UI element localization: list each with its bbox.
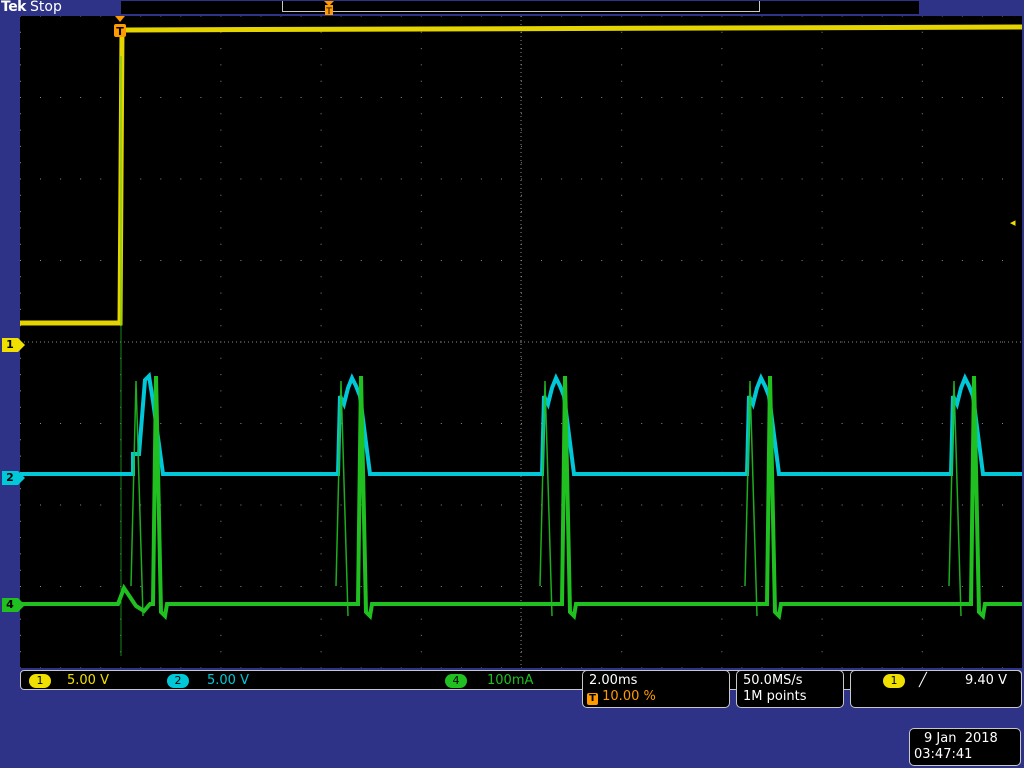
ch1-marker-label: 1 [6,338,14,351]
ch1-ground-marker[interactable]: 1 [2,338,25,352]
acquisition-readout[interactable]: 50.0MS/s 1M points [736,670,844,708]
trigger-position-marker[interactable]: T [113,16,127,38]
waveform-graticule [20,16,1022,668]
trigger-readout[interactable]: 1 ╱ 9.40 V [850,670,1022,708]
ch4-marker-label: 4 [6,598,14,611]
ch1-trace [20,24,1022,326]
svg-text:T: T [116,25,124,38]
record-trigger-marker-icon: T [324,1,334,16]
ch2-marker-label: 2 [6,471,14,484]
ch2-badge[interactable]: 2 [167,674,189,688]
trigger-position-icon: T [114,16,126,38]
arrow-right-icon [18,338,25,352]
trigger-level-value[interactable]: 9.40 V [965,673,1007,689]
brand-logo: Tek [1,0,27,15]
trigger-t-icon: T [587,693,598,705]
horizontal-scale[interactable]: 2.00ms [589,673,637,689]
rising-edge-icon[interactable]: ╱ [919,673,927,689]
ch2-scale[interactable]: 5.00 V [207,672,249,690]
trigger-position-readout[interactable]: T 10.00 % [587,689,656,705]
record-view-window[interactable] [282,1,760,12]
time: 03:47:41 [914,747,973,762]
sample-rate: 50.0MS/s [743,673,803,688]
date: 9 Jan 2018 [924,731,998,746]
acquisition-state: Stop [30,0,62,15]
ch4-scale[interactable]: 100mA [487,672,533,690]
svg-text:T: T [325,7,332,16]
ch4-badge[interactable]: 4 [445,674,467,688]
arrow-right-icon [18,598,25,612]
ch2-ground-marker[interactable]: 2 [2,471,25,485]
date-time-readout: 9 Jan 2018 03:47:41 [909,728,1021,766]
trigger-position-value: 10.00 % [602,689,656,704]
ch1-scale[interactable]: 5.00 V [67,672,109,690]
brand-status: Tek Stop [0,0,62,15]
trigger-source-badge[interactable]: 1 [883,674,905,688]
record-length: 1M points [743,689,807,704]
trigger-level-marker[interactable]: ◂ [1010,217,1022,229]
ch1-badge[interactable]: 1 [29,674,51,688]
arrow-right-icon [18,471,25,485]
trigger-level-arrow-icon: ◂ [1010,216,1016,229]
waveform-display[interactable] [20,16,1022,668]
ch4-ground-marker[interactable]: 4 [2,598,25,612]
top-status-bar: Tek Stop T [0,0,1024,16]
timebase-readout[interactable]: 2.00ms T 10.00 % [582,670,730,708]
